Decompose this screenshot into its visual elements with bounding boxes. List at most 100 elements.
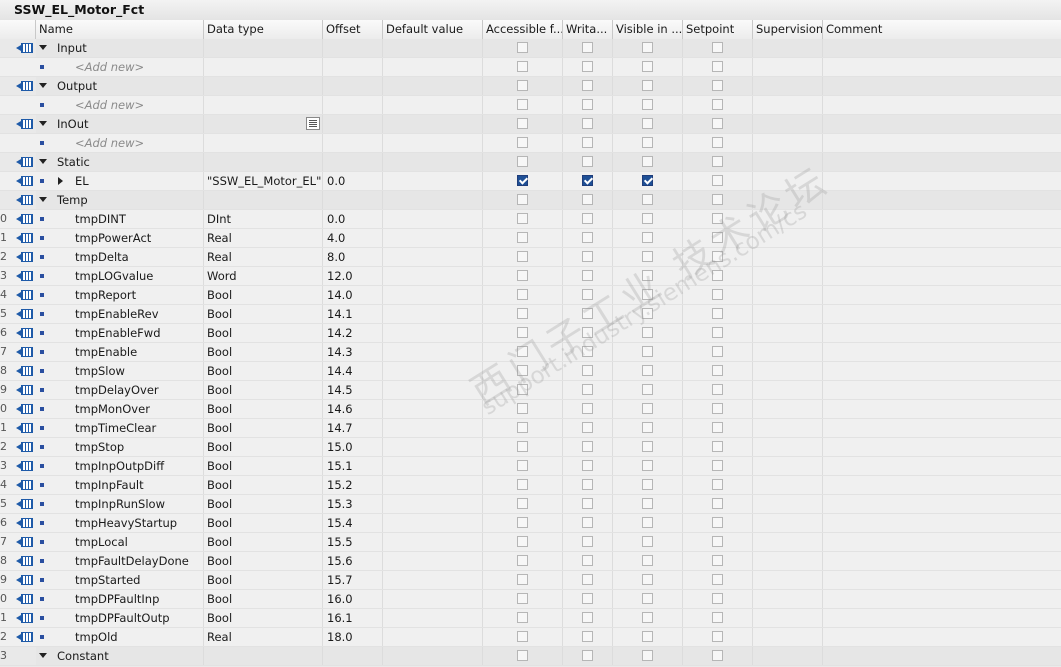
section-row[interactable]: Temp: [0, 191, 1061, 210]
comment-cell[interactable]: [823, 438, 1061, 456]
writable-checkbox[interactable]: [582, 536, 593, 547]
visible-checkbox[interactable]: [642, 441, 653, 452]
visible-checkbox[interactable]: [642, 593, 653, 604]
supervision-cell[interactable]: [753, 419, 823, 437]
visible-checkbox[interactable]: [642, 251, 653, 262]
accessible-checkbox[interactable]: [517, 308, 528, 319]
data-type-cell[interactable]: [204, 96, 323, 114]
supervision-cell[interactable]: [753, 590, 823, 608]
comment-cell[interactable]: [823, 647, 1061, 665]
accessible-checkbox[interactable]: [517, 365, 528, 376]
comment-cell[interactable]: [823, 305, 1061, 323]
data-type-cell[interactable]: [204, 58, 323, 76]
table-row[interactable]: 7 tmpEnable Bool 14.3: [0, 343, 1061, 362]
data-type-cell[interactable]: Bool: [204, 362, 323, 380]
comment-cell[interactable]: [823, 324, 1061, 342]
visible-checkbox[interactable]: [642, 346, 653, 357]
header-data-type[interactable]: Data type: [204, 20, 323, 39]
supervision-cell[interactable]: [753, 77, 823, 95]
accessible-checkbox[interactable]: [517, 536, 528, 547]
setpoint-checkbox[interactable]: [712, 536, 723, 547]
setpoint-checkbox[interactable]: [712, 460, 723, 471]
table-row[interactable]: 4 tmpInpFault Bool 15.2: [0, 476, 1061, 495]
data-type-cell[interactable]: [204, 77, 323, 95]
default-value-cell[interactable]: [383, 134, 483, 152]
accessible-checkbox[interactable]: [517, 593, 528, 604]
name-cell[interactable]: tmpDelta: [36, 248, 204, 266]
setpoint-checkbox[interactable]: [712, 137, 723, 148]
section-row[interactable]: 3 Constant: [0, 647, 1061, 666]
setpoint-checkbox[interactable]: [712, 403, 723, 414]
accessible-checkbox[interactable]: [517, 80, 528, 91]
data-type-cell[interactable]: Bool: [204, 305, 323, 323]
accessible-checkbox[interactable]: [517, 441, 528, 452]
comment-cell[interactable]: [823, 210, 1061, 228]
writable-checkbox[interactable]: [582, 612, 593, 623]
visible-checkbox[interactable]: [642, 289, 653, 300]
supervision-cell[interactable]: [753, 362, 823, 380]
comment-cell[interactable]: [823, 267, 1061, 285]
table-row[interactable]: 3 tmpLOGvalue Word 12.0: [0, 267, 1061, 286]
data-type-cell[interactable]: Real: [204, 628, 323, 646]
accessible-checkbox[interactable]: [517, 251, 528, 262]
visible-checkbox[interactable]: [642, 631, 653, 642]
name-cell[interactable]: tmpDelayOver: [36, 381, 204, 399]
data-type-cell[interactable]: Bool: [204, 533, 323, 551]
add-new-row[interactable]: <Add new>: [0, 58, 1061, 77]
data-type-cell[interactable]: [204, 191, 323, 209]
writable-checkbox[interactable]: [582, 289, 593, 300]
writable-checkbox[interactable]: [582, 498, 593, 509]
visible-checkbox[interactable]: [642, 194, 653, 205]
accessible-checkbox[interactable]: [517, 327, 528, 338]
visible-checkbox[interactable]: [642, 99, 653, 110]
writable-checkbox[interactable]: [582, 574, 593, 585]
collapse-caret-icon[interactable]: [39, 197, 47, 202]
writable-checkbox[interactable]: [582, 384, 593, 395]
accessible-checkbox[interactable]: [517, 270, 528, 281]
writable-checkbox[interactable]: [582, 327, 593, 338]
supervision-cell[interactable]: [753, 58, 823, 76]
table-row[interactable]: EL "SSW_EL_Motor_EL" 0.0: [0, 172, 1061, 191]
accessible-checkbox[interactable]: [517, 650, 528, 661]
table-row[interactable]: 6 tmpHeavyStartup Bool 15.4: [0, 514, 1061, 533]
default-value-cell[interactable]: [383, 324, 483, 342]
visible-checkbox[interactable]: [642, 517, 653, 528]
name-cell[interactable]: tmpEnableRev: [36, 305, 204, 323]
default-value-cell[interactable]: [383, 286, 483, 304]
data-type-cell[interactable]: Bool: [204, 286, 323, 304]
setpoint-checkbox[interactable]: [712, 365, 723, 376]
section-row[interactable]: InOut: [0, 115, 1061, 134]
data-type-cell[interactable]: Bool: [204, 400, 323, 418]
supervision-cell[interactable]: [753, 210, 823, 228]
name-cell[interactable]: tmpStarted: [36, 571, 204, 589]
supervision-cell[interactable]: [753, 153, 823, 171]
comment-cell[interactable]: [823, 343, 1061, 361]
default-value-cell[interactable]: [383, 362, 483, 380]
table-row[interactable]: 5 tmpEnableRev Bool 14.1: [0, 305, 1061, 324]
comment-cell[interactable]: [823, 58, 1061, 76]
visible-checkbox[interactable]: [642, 536, 653, 547]
writable-checkbox[interactable]: [582, 232, 593, 243]
table-row[interactable]: 8 tmpFaultDelayDone Bool 15.6: [0, 552, 1061, 571]
name-cell[interactable]: tmpHeavyStartup: [36, 514, 204, 532]
default-value-cell[interactable]: [383, 39, 483, 57]
default-value-cell[interactable]: [383, 153, 483, 171]
default-value-cell[interactable]: [383, 305, 483, 323]
data-type-cell[interactable]: [204, 153, 323, 171]
data-type-cell[interactable]: Bool: [204, 381, 323, 399]
header-setpoint[interactable]: Setpoint: [683, 20, 753, 39]
default-value-cell[interactable]: [383, 172, 483, 190]
default-value-cell[interactable]: [383, 77, 483, 95]
accessible-checkbox[interactable]: [517, 61, 528, 72]
writable-checkbox[interactable]: [582, 80, 593, 91]
name-cell[interactable]: tmpMonOver: [36, 400, 204, 418]
header-accessible[interactable]: Accessible f...: [483, 20, 563, 39]
comment-cell[interactable]: [823, 77, 1061, 95]
visible-checkbox[interactable]: [642, 61, 653, 72]
setpoint-checkbox[interactable]: [712, 517, 723, 528]
accessible-checkbox[interactable]: [517, 460, 528, 471]
default-value-cell[interactable]: [383, 96, 483, 114]
data-type-cell[interactable]: Bool: [204, 343, 323, 361]
data-type-cell[interactable]: Bool: [204, 438, 323, 456]
header-name[interactable]: Name: [36, 20, 204, 39]
